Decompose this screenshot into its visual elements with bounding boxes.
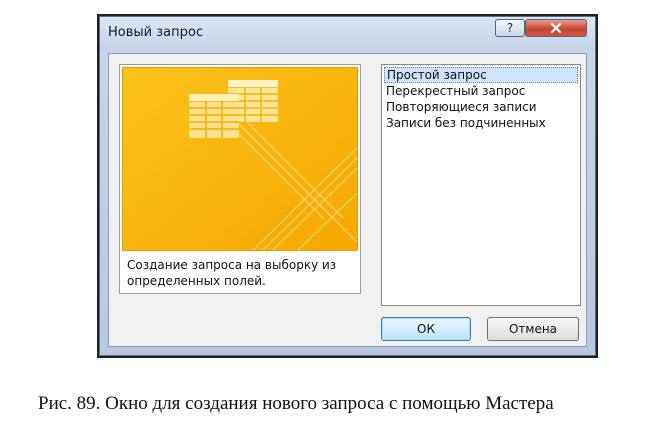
list-item-crosstab-query[interactable]: Перекрестный запрос xyxy=(384,83,578,99)
new-query-dialog: Новый запрос ? Создание запроса на выбор… xyxy=(99,16,596,356)
help-button[interactable]: ? xyxy=(495,19,525,37)
table-grid-icon xyxy=(123,68,357,250)
ok-button[interactable]: ОК xyxy=(381,317,471,341)
title-bar[interactable]: Новый запрос ? xyxy=(100,17,595,51)
list-item-simple-query[interactable]: Простой запрос xyxy=(384,67,578,83)
query-wizard-illustration xyxy=(122,67,358,251)
help-icon: ? xyxy=(506,21,514,35)
list-item-duplicates-query[interactable]: Повторяющиеся записи xyxy=(384,99,578,115)
list-item-unmatched-query[interactable]: Записи без подчиненных xyxy=(384,115,578,131)
close-icon xyxy=(550,22,562,34)
dialog-client-area: Создание запроса на выборку из определен… xyxy=(108,53,587,347)
dialog-screenshot: Новый запрос ? Создание запроса на выбор… xyxy=(97,14,598,358)
preview-panel: Создание запроса на выборку из определен… xyxy=(119,64,361,294)
query-description: Создание запроса на выборку из определен… xyxy=(127,258,337,288)
close-button[interactable] xyxy=(525,19,587,37)
cancel-button[interactable]: Отмена xyxy=(487,317,579,341)
dialog-title: Новый запрос xyxy=(108,25,203,40)
query-type-list[interactable]: Простой запрос Перекрестный запрос Повто… xyxy=(381,64,581,306)
figure-caption: Рис. 89. Окно для создания нового запрос… xyxy=(38,393,554,414)
